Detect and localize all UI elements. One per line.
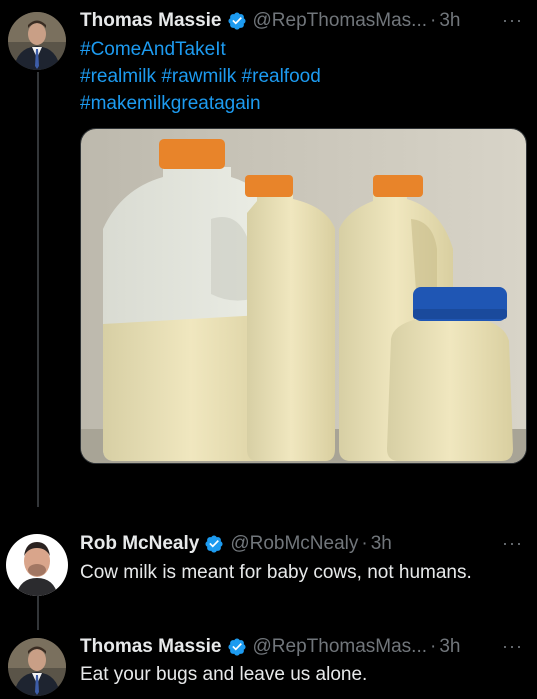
separator-dot: · xyxy=(361,533,368,554)
verified-badge-icon xyxy=(227,638,246,656)
tweet-header: Rob McNealy @RobMcNealy · 3h xyxy=(80,533,392,555)
milk-bottles-image xyxy=(81,129,526,463)
hashtag-link[interactable]: #rawmilk xyxy=(161,66,236,87)
timestamp[interactable]: 3h xyxy=(439,10,460,32)
hashtag-link[interactable]: #realfood xyxy=(242,66,321,87)
verified-badge-icon xyxy=(227,12,246,30)
hashtag-link[interactable]: #ComeAndTakeIt xyxy=(80,39,226,60)
author-name[interactable]: Thomas Massie xyxy=(80,10,222,32)
more-options-icon[interactable]: ··· xyxy=(502,533,523,554)
more-options-icon[interactable]: ··· xyxy=(502,10,523,31)
timestamp[interactable]: 3h xyxy=(371,533,392,555)
author-handle[interactable]: @RepThomasMas... xyxy=(253,10,428,32)
tweet-text: Cow milk is meant for baby cows, not hum… xyxy=(80,562,472,583)
separator-dot: · xyxy=(430,636,437,657)
avatar[interactable] xyxy=(6,534,68,596)
separator-dot: · xyxy=(430,10,437,31)
author-name[interactable]: Rob McNealy xyxy=(80,533,199,555)
tweet-header: Thomas Massie @RepThomasMas... · 3h xyxy=(80,636,460,658)
author-handle[interactable]: @RobMcNealy xyxy=(230,533,358,555)
verified-badge-icon xyxy=(205,535,223,553)
author-handle[interactable]: @RepThomasMas... xyxy=(253,636,428,658)
thread-line xyxy=(37,596,39,630)
tweet-text: #ComeAndTakeIt #realmilk #rawmilk #realf… xyxy=(80,36,321,117)
tweet-text: Eat your bugs and leave us alone. xyxy=(80,664,368,685)
timestamp[interactable]: 3h xyxy=(439,636,460,658)
tweet-header: Thomas Massie @RepThomasMas... · 3h xyxy=(80,10,460,32)
more-options-icon[interactable]: ··· xyxy=(502,636,523,657)
hashtag-link[interactable]: #makemilkgreatagain xyxy=(80,93,261,114)
author-name[interactable]: Thomas Massie xyxy=(80,636,222,658)
avatar[interactable] xyxy=(8,638,66,696)
hashtag-link[interactable]: #realmilk xyxy=(80,66,156,87)
tweet-media-image[interactable] xyxy=(80,128,527,464)
avatar[interactable] xyxy=(8,12,66,70)
thread-line xyxy=(37,72,39,507)
